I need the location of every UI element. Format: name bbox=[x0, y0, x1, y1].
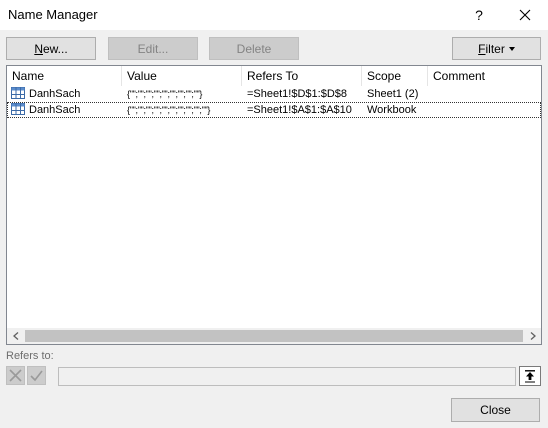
column-header-comment[interactable]: Comment bbox=[428, 66, 541, 86]
filter-button-accel: F bbox=[478, 41, 486, 56]
row-name: DanhSach bbox=[29, 88, 81, 100]
chevron-left-icon bbox=[12, 332, 18, 340]
window-close-button[interactable] bbox=[502, 0, 548, 30]
new-button-label: ew... bbox=[42, 41, 68, 56]
chevron-down-icon bbox=[508, 46, 515, 51]
cancel-edit-button[interactable] bbox=[6, 366, 25, 385]
column-header-scope[interactable]: Scope bbox=[362, 66, 428, 86]
list-header: Name Value Refers To Scope Comment bbox=[7, 66, 541, 86]
delete-button-label: Delete bbox=[236, 41, 272, 56]
scroll-right-button[interactable] bbox=[524, 328, 541, 344]
row-refers-to: =Sheet1!$D$1:$D$8 bbox=[247, 88, 347, 100]
refers-to-input[interactable] bbox=[58, 367, 516, 386]
column-header-name[interactable]: Name bbox=[7, 66, 122, 86]
row-value: {"";"";"";"";"";"";"";"";""} bbox=[127, 89, 203, 99]
commit-edit-button[interactable] bbox=[27, 366, 46, 385]
cancel-x-icon bbox=[9, 369, 22, 382]
title-bar: Name Manager ? bbox=[0, 0, 548, 30]
close-icon bbox=[519, 9, 531, 21]
scroll-left-button[interactable] bbox=[7, 328, 24, 344]
filter-button-label: ilter bbox=[485, 41, 505, 56]
close-button-label: Close bbox=[480, 403, 511, 417]
row-refers-to: =Sheet1!$A$1:$A$10 bbox=[247, 104, 352, 116]
row-name: DanhSach bbox=[29, 104, 81, 116]
collapse-dialog-button[interactable] bbox=[519, 366, 541, 386]
close-button[interactable]: Close bbox=[451, 398, 540, 422]
column-header-refers-to[interactable]: Refers To bbox=[242, 66, 362, 86]
help-icon: ? bbox=[475, 7, 483, 23]
chevron-right-icon bbox=[530, 332, 536, 340]
checkmark-icon bbox=[30, 370, 43, 382]
new-button[interactable]: New... bbox=[6, 37, 96, 60]
dialog-title: Name Manager bbox=[8, 7, 98, 22]
scrollbar-thumb[interactable] bbox=[25, 330, 523, 342]
filter-button[interactable]: Filter bbox=[452, 37, 541, 60]
row-value: {"";"";"";"";"";"";"";"";"";""} bbox=[127, 105, 211, 115]
names-list[interactable]: Name Value Refers To Scope Comment DanhS… bbox=[6, 65, 542, 345]
delete-button[interactable]: Delete bbox=[209, 37, 299, 60]
edit-button-label: Edit... bbox=[137, 41, 169, 56]
row-comment bbox=[428, 86, 541, 102]
help-button[interactable]: ? bbox=[456, 0, 502, 30]
collapse-arrow-icon bbox=[525, 369, 535, 382]
horizontal-scrollbar[interactable] bbox=[7, 328, 541, 344]
table-row[interactable]: DanhSach {"";"";"";"";"";"";"";"";""} =S… bbox=[7, 86, 541, 102]
table-row[interactable]: DanhSach {"";"";"";"";"";"";"";"";"";""}… bbox=[7, 102, 541, 118]
new-button-accel: N bbox=[34, 41, 43, 56]
row-scope: Workbook bbox=[367, 104, 417, 116]
column-header-value[interactable]: Value bbox=[122, 66, 242, 86]
row-scope: Sheet1 (2) bbox=[367, 88, 419, 100]
row-comment bbox=[428, 102, 541, 118]
edit-button[interactable]: Edit... bbox=[108, 37, 198, 60]
refers-to-label: Refers to: bbox=[6, 350, 54, 362]
